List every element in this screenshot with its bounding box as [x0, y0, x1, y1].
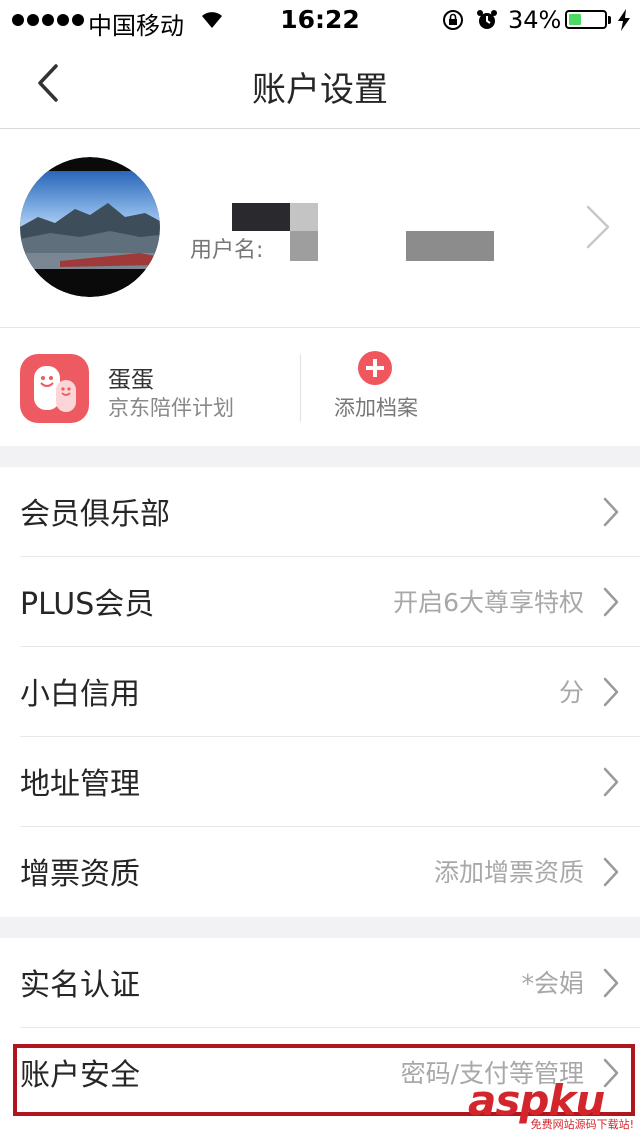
chevron-right-icon[interactable]	[582, 203, 614, 251]
kid-plan-section: 蛋蛋 京东陪伴计划 添加档案	[0, 328, 640, 446]
chevron-right-icon	[603, 767, 619, 797]
battery-percent: 34%	[508, 6, 562, 34]
battery-fill	[569, 14, 581, 25]
battery-tip	[608, 16, 611, 24]
menu-item-label: 实名认证	[20, 968, 140, 1003]
menu-item-label: PLUS会员	[20, 587, 155, 622]
menu-item-label: 会员俱乐部	[20, 497, 170, 532]
chevron-right-icon	[603, 857, 619, 887]
username-redaction	[232, 203, 290, 231]
kid-name: 蛋蛋	[108, 367, 154, 393]
username-redaction	[290, 231, 318, 261]
rotation-lock-icon	[443, 10, 463, 30]
username-redaction	[290, 203, 318, 231]
chevron-right-icon	[603, 677, 619, 707]
status-bar: 中国移动 16:22 34%	[0, 0, 640, 40]
battery-icon	[565, 10, 607, 29]
chevron-right-icon	[603, 497, 619, 527]
menu-item-address[interactable]: 地址管理	[0, 737, 640, 827]
watermark-logo: aspku 免费网站源码下载站!	[468, 1076, 638, 1136]
menu-item-value: 开启6大尊享特权	[393, 588, 584, 617]
divider	[300, 354, 301, 422]
add-profile-button[interactable]: 添加档案	[334, 392, 418, 422]
add-profile-plus-icon[interactable]	[358, 351, 392, 385]
watermark-subtext: 免费网站源码下载站!	[530, 1118, 634, 1131]
chevron-right-icon	[603, 587, 619, 617]
nav-bar: 账户设置	[0, 40, 640, 129]
kid-plan-subtitle: 京东陪伴计划	[108, 396, 234, 420]
profile-card[interactable]: 用户名:	[0, 129, 640, 328]
menu-item-value: 添加增票资质	[433, 858, 584, 887]
username-redaction	[406, 231, 494, 261]
kid-faces-icon	[34, 366, 76, 412]
menu-item-label: 小白信用	[20, 677, 140, 712]
menu-item-label: 地址管理	[20, 767, 140, 802]
kid-plan-icon[interactable]	[20, 354, 89, 423]
menu-item-value: 分	[558, 678, 584, 707]
alarm-icon	[477, 10, 497, 29]
username-label: 用户名:	[190, 238, 264, 263]
page-title: 账户设置	[252, 70, 388, 110]
avatar[interactable]	[20, 157, 160, 297]
menu-item-label: 增票资质	[20, 857, 140, 892]
menu-item-value: *会娟	[521, 969, 584, 998]
menu-item-plus-member[interactable]: PLUS会员 开启6大尊享特权	[0, 557, 640, 647]
charging-bolt-icon	[618, 9, 630, 31]
menu-item-label: 账户安全	[20, 1058, 140, 1093]
chevron-right-icon	[603, 968, 619, 998]
menu-item-member-club[interactable]: 会员俱乐部	[0, 467, 640, 557]
menu-item-credit[interactable]: 小白信用 分	[0, 647, 640, 737]
menu-item-vat-invoice[interactable]: 增票资质 添加增票资质	[0, 827, 640, 917]
menu-item-real-name[interactable]: 实名认证 *会娟	[0, 938, 640, 1028]
